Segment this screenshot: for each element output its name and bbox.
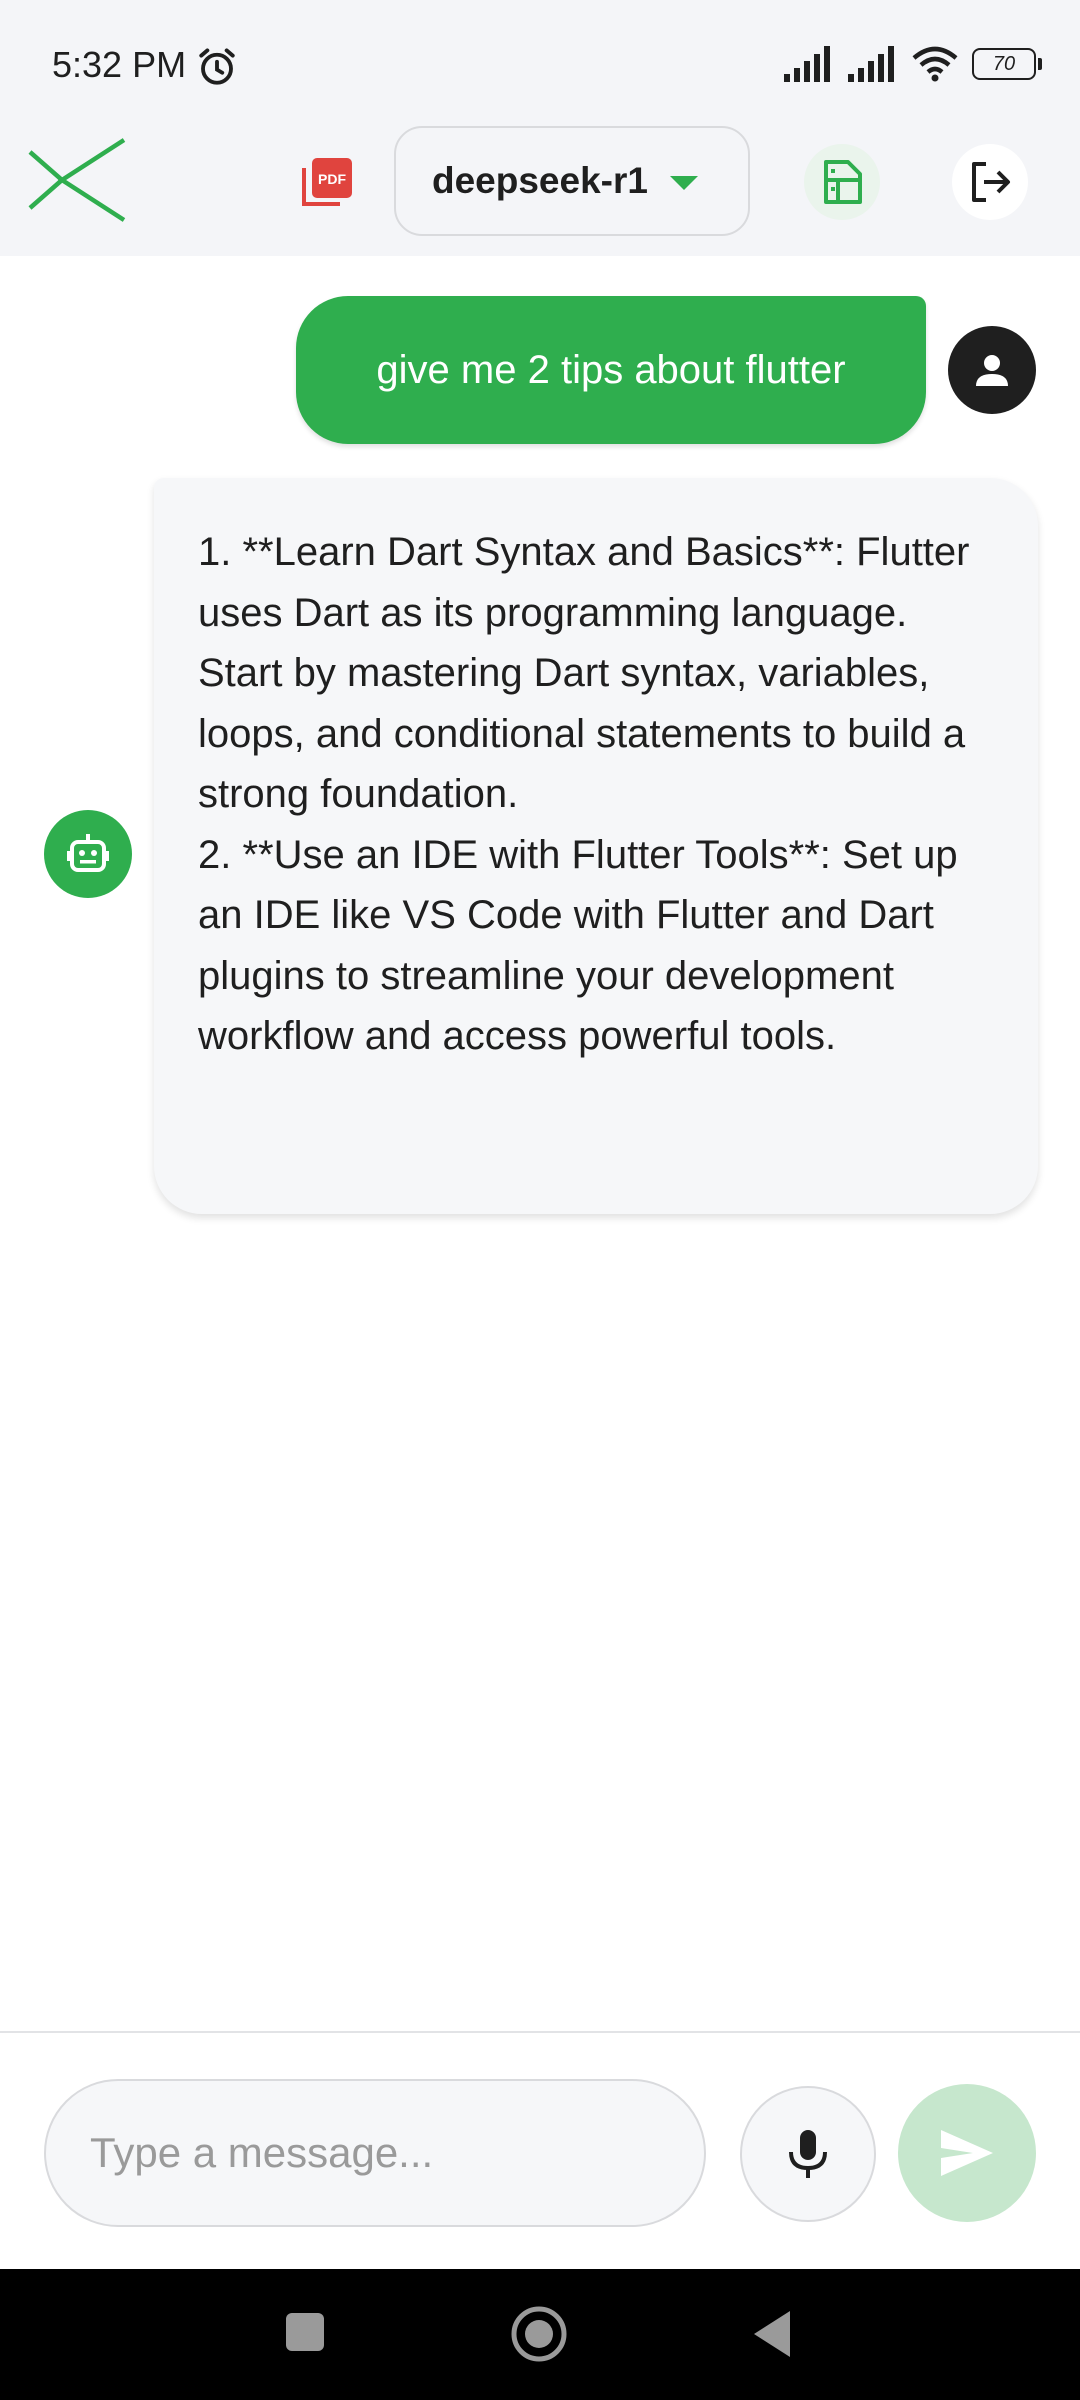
signal-icon	[784, 46, 830, 82]
caret-down-icon	[670, 176, 698, 190]
robot-icon	[67, 834, 109, 872]
alarm-icon	[199, 48, 235, 85]
person-icon	[976, 355, 1008, 386]
status-time: 5:32 PM	[52, 44, 187, 85]
pdf-button[interactable]: PDF	[292, 146, 364, 218]
back-button[interactable]	[752, 2309, 792, 2359]
message-input[interactable]	[44, 2079, 706, 2227]
user-avatar	[948, 326, 1036, 414]
status-bar: 5:32 PM 70	[0, 0, 1080, 120]
input-bar	[0, 2031, 1080, 2269]
status-icons: 70	[784, 46, 1042, 82]
logout-button[interactable]	[952, 144, 1028, 220]
signal-icon	[848, 46, 894, 82]
x-logo-icon[interactable]	[28, 136, 128, 224]
recents-button[interactable]	[286, 2313, 324, 2351]
microphone-icon	[789, 2130, 827, 2178]
home-button[interactable]	[510, 2305, 568, 2363]
bot-message-text: 1. **Learn Dart Syntax and Basics**: Flu…	[198, 530, 970, 1058]
app-bar: PDF deepseek-r1	[0, 120, 1080, 256]
user-message-bubble: give me 2 tips about flutter	[296, 296, 926, 444]
user-message-text: give me 2 tips about flutter	[376, 347, 846, 392]
system-nav-bar	[0, 2269, 1080, 2400]
bot-message-bubble: 1. **Learn Dart Syntax and Basics**: Flu…	[154, 478, 1038, 1214]
microphone-button[interactable]	[740, 2086, 876, 2222]
wifi-icon	[912, 46, 958, 82]
svg-text:PDF: PDF	[318, 171, 346, 187]
model-label: deepseek-r1	[432, 160, 648, 201]
battery-icon: 70	[972, 48, 1042, 80]
send-button[interactable]	[898, 2084, 1036, 2222]
chat-area[interactable]: give me 2 tips about flutter 1. **Learn …	[0, 256, 1080, 2031]
pdf-icon: PDF	[302, 158, 352, 206]
document-button[interactable]	[804, 144, 880, 220]
send-icon	[941, 2130, 993, 2176]
battery-level: 70	[992, 52, 1016, 75]
document-icon	[824, 160, 862, 204]
bot-avatar	[44, 810, 132, 898]
logout-icon	[972, 162, 1010, 202]
model-selector[interactable]: deepseek-r1	[394, 126, 750, 236]
